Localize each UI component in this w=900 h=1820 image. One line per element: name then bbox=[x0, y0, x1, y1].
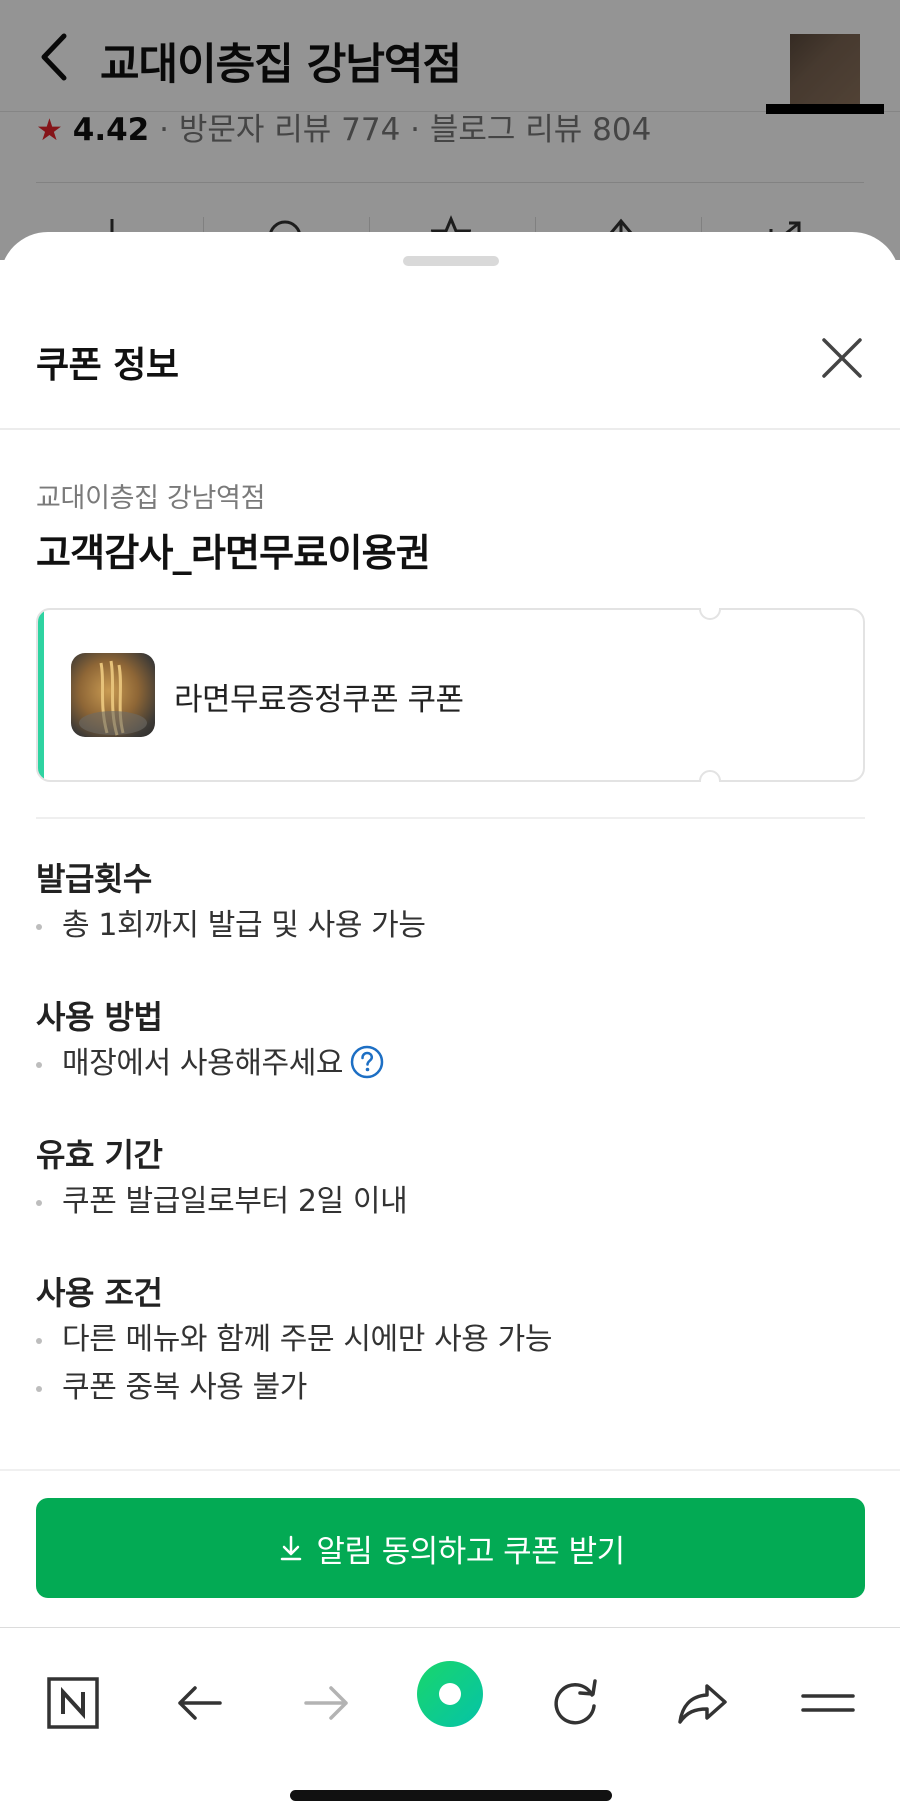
conditions-section: 사용 조건 다른 메뉴와 함께 주문 시에만 사용 가능 쿠폰 중복 사용 불가 bbox=[36, 1268, 865, 1412]
coupon-bottom-sheet: 쿠폰 정보 교대이층집 강남역점 고객감사_라면무료이용권 라면무료증정쿠폰 쿠… bbox=[0, 232, 900, 1627]
reload-icon[interactable] bbox=[540, 1668, 610, 1738]
list-item: 총 1회까지 발급 및 사용 가능 bbox=[36, 902, 865, 950]
download-icon bbox=[281, 1535, 302, 1561]
list-item: 다른 메뉴와 함께 주문 시에만 사용 가능 bbox=[36, 1316, 865, 1364]
ramen-thumbnail bbox=[71, 653, 155, 737]
get-coupon-label: 알림 동의하고 쿠폰 받기 bbox=[316, 1533, 625, 1570]
list-item-text: 매장에서 사용해주세요 bbox=[62, 1046, 344, 1081]
ticket-label: 라면무료증정쿠폰 쿠폰 bbox=[174, 682, 464, 718]
section-heading: 발급횟수 bbox=[36, 860, 152, 898]
section-heading: 유효 기간 bbox=[36, 1136, 163, 1174]
menu-icon[interactable] bbox=[793, 1668, 863, 1738]
arrow-right-icon[interactable] bbox=[291, 1668, 361, 1738]
question-circle-icon[interactable] bbox=[349, 1044, 385, 1080]
green-dot-icon[interactable] bbox=[416, 1660, 484, 1728]
footer-divider bbox=[0, 1469, 900, 1471]
usage-method-section: 사용 방법 매장에서 사용해주세요 bbox=[36, 992, 865, 1088]
naver-n-icon[interactable] bbox=[38, 1668, 108, 1738]
dim-overlay[interactable] bbox=[0, 0, 900, 260]
validity-section: 유효 기간 쿠폰 발급일로부터 2일 이내 bbox=[36, 1130, 865, 1226]
content-divider bbox=[36, 817, 865, 819]
issue-count-section: 발급횟수 총 1회까지 발급 및 사용 가능 bbox=[36, 854, 865, 950]
header-divider bbox=[0, 428, 900, 430]
close-icon[interactable] bbox=[816, 332, 868, 384]
coupon-title: 고객감사_라면무료이용권 bbox=[36, 531, 431, 575]
list-item: 매장에서 사용해주세요 bbox=[36, 1040, 865, 1088]
get-coupon-button[interactable]: 알림 동의하고 쿠폰 받기 bbox=[36, 1498, 865, 1598]
home-indicator bbox=[290, 1790, 612, 1801]
coupon-ticket: 라면무료증정쿠폰 쿠폰 bbox=[36, 608, 865, 782]
sheet-drag-handle[interactable] bbox=[403, 256, 499, 266]
list-item: 쿠폰 발급일로부터 2일 이내 bbox=[36, 1178, 865, 1226]
section-heading: 사용 방법 bbox=[36, 998, 163, 1036]
background-page: 교대이층집 강남역점 ★ 4.42 · 방문자 리뷰 774 · 블로그 리뷰 … bbox=[0, 0, 900, 260]
sheet-title: 쿠폰 정보 bbox=[36, 345, 179, 386]
store-name: 교대이층집 강남역점 bbox=[36, 483, 266, 514]
share-icon[interactable] bbox=[667, 1668, 737, 1738]
arrow-left-icon[interactable] bbox=[165, 1668, 235, 1738]
list-item: 쿠폰 중복 사용 불가 bbox=[36, 1364, 865, 1412]
section-heading: 사용 조건 bbox=[36, 1274, 163, 1312]
